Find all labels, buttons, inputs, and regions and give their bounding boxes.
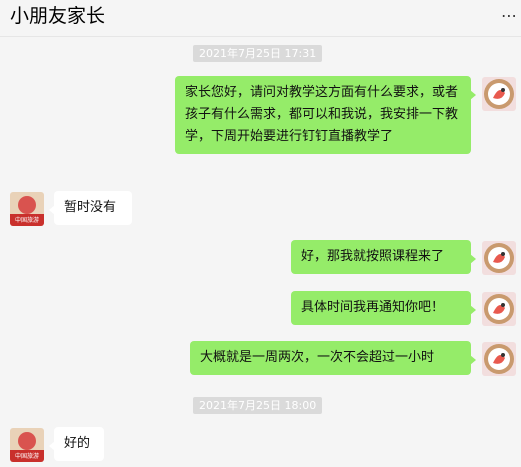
avatar-other[interactable]: 中国旅游	[10, 428, 44, 462]
message-bubble-sent[interactable]: 具体时间我再通知你吧！	[291, 291, 476, 325]
timestamp: 2021年7月25日 18:00	[193, 397, 323, 414]
avatar-me[interactable]	[482, 241, 516, 275]
avatar-logo-text: 中国旅游	[14, 453, 39, 460]
message-bubble-received[interactable]: 好的	[49, 427, 104, 461]
avatar-me[interactable]	[482, 292, 516, 326]
message-bubble-sent[interactable]: 大概就是一周两次，一次不会超过一小时	[190, 341, 476, 375]
chat-header: 小朋友家长 ⋯	[0, 0, 521, 37]
message-bubble-sent[interactable]: 家长您好，请问对教学这方面有什么要求，或者孩子有什么需求，都可以和我说，我安排一…	[175, 76, 476, 154]
timestamp: 2021年7月25日 17:31	[193, 45, 323, 62]
message-bubble-sent[interactable]: 好，那我就按照课程来了	[291, 240, 476, 274]
ellipsis-icon[interactable]: ⋯	[501, 8, 517, 24]
avatar-me[interactable]	[482, 77, 516, 111]
message-bubble-received[interactable]: 暂时没有	[49, 191, 132, 225]
chat-title: 小朋友家长	[10, 5, 106, 27]
avatar-logo-text: 中国旅游	[14, 217, 39, 224]
avatar-other[interactable]: 中国旅游	[10, 192, 44, 226]
avatar-me[interactable]	[482, 342, 516, 376]
